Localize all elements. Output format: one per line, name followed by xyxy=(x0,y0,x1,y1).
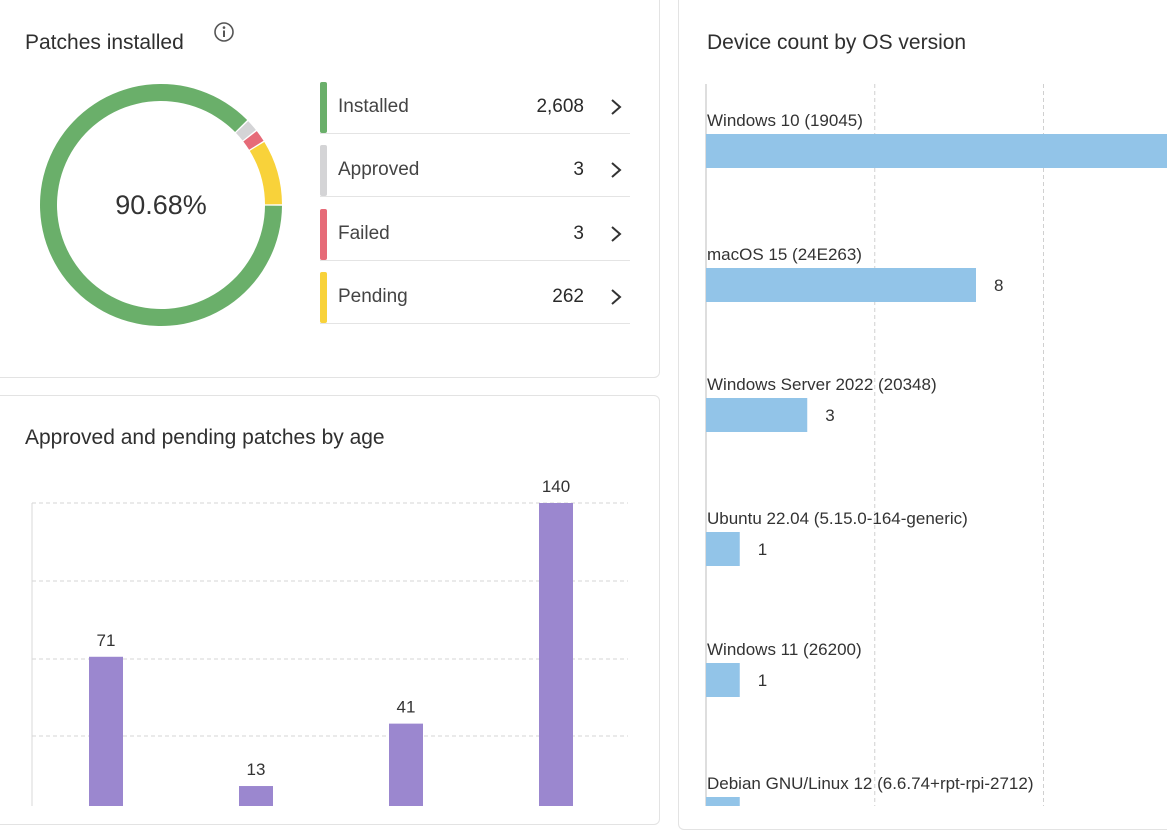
legend-value-pending: 262 xyxy=(552,286,584,307)
legend-swatch-failed xyxy=(320,209,327,260)
age-bar-value-label: 140 xyxy=(542,477,570,496)
legend-row-approved[interactable]: Approved 3 xyxy=(320,145,630,197)
age-bar-value-label: 41 xyxy=(397,698,416,717)
legend-swatch-approved xyxy=(320,145,327,196)
donut-slice-installed[interactable] xyxy=(40,84,282,326)
patches-by-age-chart: 71 13 41 140 xyxy=(31,477,628,806)
os-bar-value-label: 3 xyxy=(825,406,834,425)
age-bar[interactable] xyxy=(389,723,423,806)
os-bar[interactable] xyxy=(706,532,740,566)
os-bar-value-label: 1 xyxy=(758,540,767,559)
legend-value-approved: 3 xyxy=(573,159,584,180)
os-bar-value-label: 1 xyxy=(758,671,767,690)
legend-row-installed[interactable]: Installed 2,608 xyxy=(320,82,630,134)
donut-slice-pending[interactable] xyxy=(249,142,282,205)
legend-label-installed: Installed xyxy=(338,96,409,117)
os-bar[interactable] xyxy=(706,797,740,806)
legend-row-failed[interactable]: Failed 3 xyxy=(320,209,630,261)
patches-by-age-title: Approved and pending patches by age xyxy=(25,426,385,449)
os-bar[interactable] xyxy=(706,134,1167,168)
patches-donut-chart xyxy=(40,84,282,326)
age-bar-value-label: 71 xyxy=(97,631,116,650)
legend-label-pending: Pending xyxy=(338,286,408,307)
legend-swatch-installed xyxy=(320,82,327,133)
device-count-chart: Windows 10 (19045) macOS 15 (24E263) 8 Wind… xyxy=(705,84,1167,806)
age-bar[interactable] xyxy=(89,656,123,806)
patches-installed-title: Patches installed xyxy=(25,31,184,54)
chevron-right-icon[interactable] xyxy=(608,286,624,308)
os-category-label: Windows 10 (19045) xyxy=(707,111,863,130)
legend-row-pending[interactable]: Pending 262 xyxy=(320,272,630,324)
os-category-label: Windows Server 2022 (20348) xyxy=(707,375,937,394)
chevron-right-icon[interactable] xyxy=(608,96,624,118)
os-category-label: Windows 11 (26200) xyxy=(707,640,862,659)
os-bar-value-label: 8 xyxy=(994,276,1003,295)
age-bar-value-label: 13 xyxy=(247,760,266,779)
legend-swatch-pending xyxy=(320,272,327,323)
os-bar[interactable] xyxy=(706,663,740,697)
legend-label-failed: Failed xyxy=(338,223,390,244)
age-bar[interactable] xyxy=(539,503,573,806)
legend-value-installed: 2,608 xyxy=(536,96,584,117)
os-bar[interactable] xyxy=(706,398,808,432)
os-category-label: Debian GNU/Linux 12 (6.6.74+rpt-rpi-2712… xyxy=(707,774,1033,793)
chevron-right-icon[interactable] xyxy=(608,223,624,245)
os-bar[interactable] xyxy=(706,268,976,302)
os-category-label: macOS 15 (24E263) xyxy=(707,245,862,264)
info-icon[interactable] xyxy=(213,21,235,43)
chevron-right-icon[interactable] xyxy=(608,159,624,181)
os-category-label: Ubuntu 22.04 (5.15.0-164-generic) xyxy=(707,509,968,528)
device-count-title: Device count by OS version xyxy=(707,31,967,54)
legend-value-failed: 3 xyxy=(573,223,584,244)
age-bar[interactable] xyxy=(239,786,273,806)
legend-label-approved: Approved xyxy=(338,159,420,180)
